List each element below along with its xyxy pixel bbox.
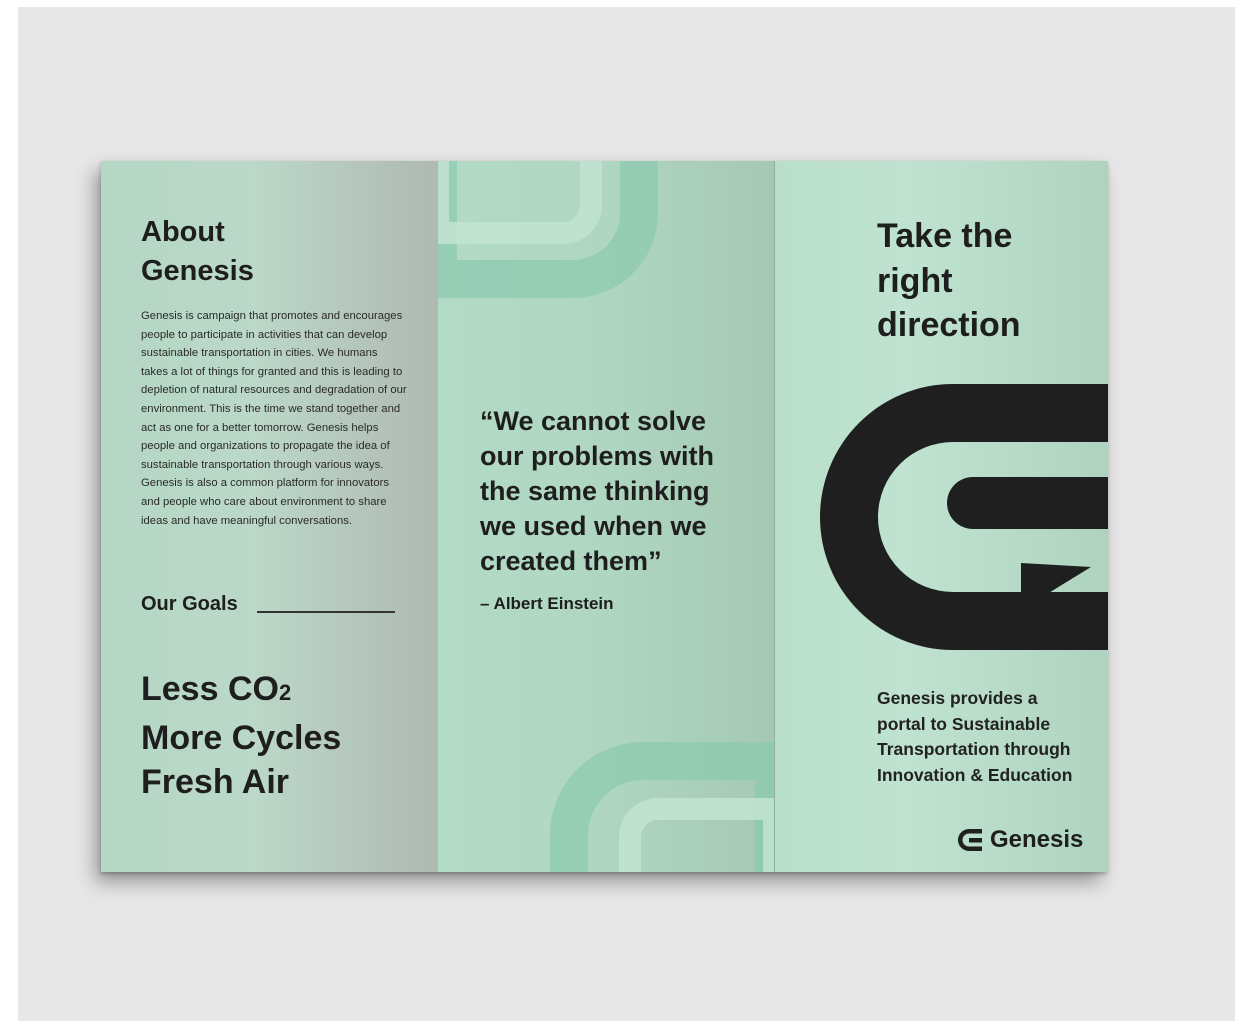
goals-list: Less CO2 More Cycles Fresh Air (141, 667, 341, 805)
footer-brand: Genesis (958, 824, 1083, 856)
about-title-line2: Genesis (141, 255, 254, 287)
about-body-text: Genesis is campaign that promotes and en… (141, 310, 407, 527)
subtext-line-1: Genesis provides a (877, 688, 1038, 708)
quote-author: – Albert Einstein (480, 594, 614, 613)
goal-co2-text: Less CO (141, 670, 279, 708)
our-goals-label: Our Goals (141, 593, 238, 615)
quote-line-4: we used when we (480, 511, 707, 541)
subtext-line-2: portal to Sustainable (877, 713, 1051, 734)
genesis-logo-icon (958, 829, 982, 851)
about-title: About Genesis (141, 213, 254, 291)
goals-underline (257, 611, 395, 613)
about-title-line1: About (141, 216, 225, 248)
quote-panel: “We cannot solve our problems with the s… (438, 161, 774, 872)
quote-line-2: our problems with (480, 441, 715, 471)
cover-panel: Take the right direction Genesis provide… (774, 161, 1108, 872)
brand-name: Genesis (990, 826, 1084, 853)
quote-line-3: the same thinking (480, 476, 710, 506)
subtext-line-4: Innovation & Education (877, 764, 1073, 785)
cover-subtext: Genesis provides a portal to Sustainable… (877, 686, 1072, 788)
goal-item-cycles: More Cycles (141, 718, 342, 757)
einstein-quote: “We cannot solve our problems with the s… (480, 404, 770, 579)
quote-line-1: “We cannot solve (480, 406, 707, 436)
our-goals-heading: Our Goals (141, 591, 401, 617)
about-panel: About Genesis Genesis is campaign that p… (101, 161, 438, 872)
goal-co2-subscript: 2 (278, 680, 292, 705)
quote-line-5: created them” (480, 546, 662, 576)
trifold-brochure: About Genesis Genesis is campaign that p… (101, 161, 1108, 872)
subtext-line-3: Transportation through (877, 739, 1071, 759)
goal-item-air: Fresh Air (141, 763, 290, 801)
goal-item-co2: Less CO2 (141, 667, 341, 716)
